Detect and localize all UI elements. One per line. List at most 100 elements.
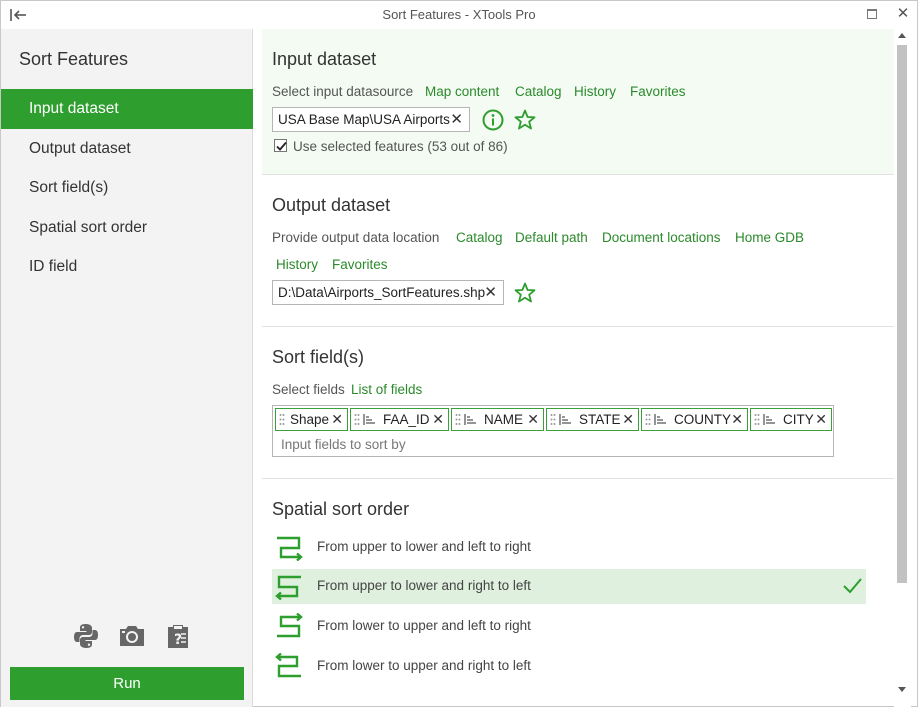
input-datasource-prompt: Select input datasource — [272, 84, 414, 99]
link-favorites[interactable]: Favorites — [630, 84, 686, 99]
favorite-star-output-icon[interactable] — [513, 281, 537, 305]
help-clipboard-icon[interactable]: ? — [163, 621, 193, 651]
spatial-sort-section: Spatial sort order From upper to lower a… — [262, 479, 894, 707]
field-tag-label: CITY — [783, 412, 814, 427]
output-location-prompt: Provide output data location — [272, 230, 440, 245]
remove-tag-icon[interactable]: ✕ — [815, 409, 827, 430]
drag-handle-icon[interactable] — [550, 413, 556, 426]
field-tag-label: FAA_ID — [383, 412, 430, 427]
scroll-thumb[interactable] — [897, 45, 907, 583]
selected-check-icon — [843, 578, 862, 594]
sort-option-upper-lower-left-right[interactable]: From upper to lower and left to right — [272, 530, 866, 565]
window-title: Sort Features - XTools Pro — [382, 7, 536, 22]
link-favorites-output[interactable]: Favorites — [332, 257, 388, 272]
input-dataset-value: USA Base Map\USA Airports — [278, 112, 450, 127]
sort-option-label: From lower to upper and left to right — [317, 618, 531, 633]
field-tag-county[interactable]: COUNTY ✕ — [641, 408, 748, 431]
restore-button[interactable] — [867, 9, 877, 19]
drag-handle-icon[interactable] — [645, 413, 651, 426]
sidebar-nav: Input dataset Output dataset Sort field(… — [1, 89, 253, 287]
field-tag-shape[interactable]: Shape ✕ — [275, 408, 348, 431]
output-dataset-value: D:\Data\Airports_SortFeatures.shp — [278, 285, 486, 300]
drag-handle-icon[interactable] — [279, 413, 285, 426]
input-dataset-section: Input dataset Select input datasource Ma… — [262, 29, 894, 175]
remove-tag-icon[interactable]: ✕ — [432, 409, 444, 430]
sort-option-lower-upper-right-left[interactable]: From lower to upper and right to left — [272, 649, 866, 684]
select-fields-prompt: Select fields — [272, 382, 345, 397]
remove-tag-icon[interactable]: ✕ — [731, 409, 743, 430]
title-bar: Sort Features - XTools Pro ✕ — [1, 1, 917, 29]
field-tag-city[interactable]: CITY ✕ — [750, 408, 832, 431]
link-home-gdb[interactable]: Home GDB — [735, 230, 804, 245]
use-selected-label: Use selected features (53 out of 86) — [293, 139, 508, 154]
spatial-sort-title: Spatial sort order — [272, 499, 410, 519]
output-dataset-field[interactable]: D:\Data\Airports_SortFeatures.shp ✕ — [272, 280, 504, 305]
link-default-path[interactable]: Default path — [515, 230, 588, 245]
remove-tag-icon[interactable]: ✕ — [331, 409, 343, 430]
ascending-sort-icon[interactable] — [363, 413, 376, 426]
ascending-sort-icon[interactable] — [763, 413, 776, 426]
field-tag-label: Shape — [290, 412, 330, 427]
field-tag-label: STATE — [579, 412, 621, 427]
field-tag-state[interactable]: STATE ✕ — [546, 408, 639, 431]
link-catalog-output[interactable]: Catalog — [456, 230, 503, 245]
scroll-down-arrow-icon[interactable] — [898, 687, 906, 692]
sort-upper-left-right-icon — [277, 536, 303, 561]
sidebar-item-spatial-sort-order[interactable]: Spatial sort order — [1, 208, 253, 248]
sidebar-item-input-dataset[interactable]: Input dataset — [1, 89, 253, 129]
input-dataset-field[interactable]: USA Base Map\USA Airports ✕ — [272, 107, 470, 132]
ascending-sort-icon[interactable] — [559, 413, 572, 426]
field-tag-name[interactable]: NAME ✕ — [451, 408, 544, 431]
sort-option-label: From upper to lower and left to right — [317, 539, 531, 554]
drag-handle-icon[interactable] — [354, 413, 360, 426]
field-tag-faa-id[interactable]: FAA_ID ✕ — [350, 408, 449, 431]
sidebar-item-sort-fields[interactable]: Sort field(s) — [1, 168, 253, 208]
ascending-sort-icon[interactable] — [464, 413, 477, 426]
svg-text:?: ? — [174, 632, 182, 648]
run-button[interactable]: Run — [10, 667, 244, 700]
link-map-content[interactable]: Map content — [425, 84, 499, 99]
remove-tag-icon[interactable]: ✕ — [622, 409, 634, 430]
python-icon[interactable] — [71, 621, 101, 651]
sort-lower-left-right-icon — [277, 613, 303, 638]
favorite-star-icon[interactable] — [513, 108, 537, 132]
link-history[interactable]: History — [574, 84, 616, 99]
output-dataset-section: Output dataset Provide output data locat… — [262, 175, 894, 327]
sidebar-tools: ? — [71, 621, 201, 651]
use-selected-checkbox[interactable] — [274, 139, 287, 152]
sidebar-item-output-dataset[interactable]: Output dataset — [1, 129, 253, 169]
field-tag-label: COUNTY — [674, 412, 731, 427]
sort-fields-placeholder: Input fields to sort by — [281, 437, 406, 452]
link-history-output[interactable]: History — [276, 257, 318, 272]
main-panel: Input dataset Select input datasource Ma… — [262, 29, 894, 707]
camera-icon[interactable] — [117, 621, 147, 651]
link-catalog[interactable]: Catalog — [515, 84, 562, 99]
output-dataset-title: Output dataset — [272, 195, 391, 215]
sort-option-label: From upper to lower and right to left — [317, 578, 531, 593]
sort-option-label: From lower to upper and right to left — [317, 658, 531, 673]
app-window: Sort Features - XTools Pro ✕ Sort Featur… — [0, 0, 918, 707]
info-icon[interactable] — [481, 108, 505, 132]
link-document-locations[interactable]: Document locations — [602, 230, 721, 245]
ascending-sort-icon[interactable] — [654, 413, 667, 426]
sort-lower-right-left-icon — [275, 653, 301, 678]
sort-upper-right-left-icon — [275, 575, 301, 600]
sort-option-lower-upper-left-right[interactable]: From lower to upper and left to right — [272, 609, 866, 644]
scroll-up-arrow-icon[interactable] — [898, 33, 906, 38]
sort-fields-title: Sort field(s) — [272, 347, 365, 367]
sort-option-upper-lower-right-left[interactable]: From upper to lower and right to left — [272, 569, 866, 604]
clear-input-icon[interactable]: ✕ — [450, 108, 463, 131]
drag-handle-icon[interactable] — [754, 413, 760, 426]
clear-output-icon[interactable]: ✕ — [484, 281, 497, 304]
field-tag-label: NAME — [484, 412, 524, 427]
drag-handle-icon[interactable] — [455, 413, 461, 426]
sort-fields-tagbox[interactable]: Shape ✕ FAA_ID ✕ NAME ✕ STATE ✕ COUNTY ✕… — [272, 405, 834, 457]
sidebar: Sort Features Input dataset Output datas… — [1, 29, 253, 707]
input-dataset-title: Input dataset — [272, 49, 377, 69]
sidebar-item-id-field[interactable]: ID field — [1, 247, 253, 287]
main-scrollbar[interactable] — [894, 29, 911, 707]
link-list-of-fields[interactable]: List of fields — [351, 382, 422, 397]
sidebar-heading: Sort Features — [19, 49, 129, 69]
remove-tag-icon[interactable]: ✕ — [527, 409, 539, 430]
close-button[interactable]: ✕ — [894, 5, 912, 23]
